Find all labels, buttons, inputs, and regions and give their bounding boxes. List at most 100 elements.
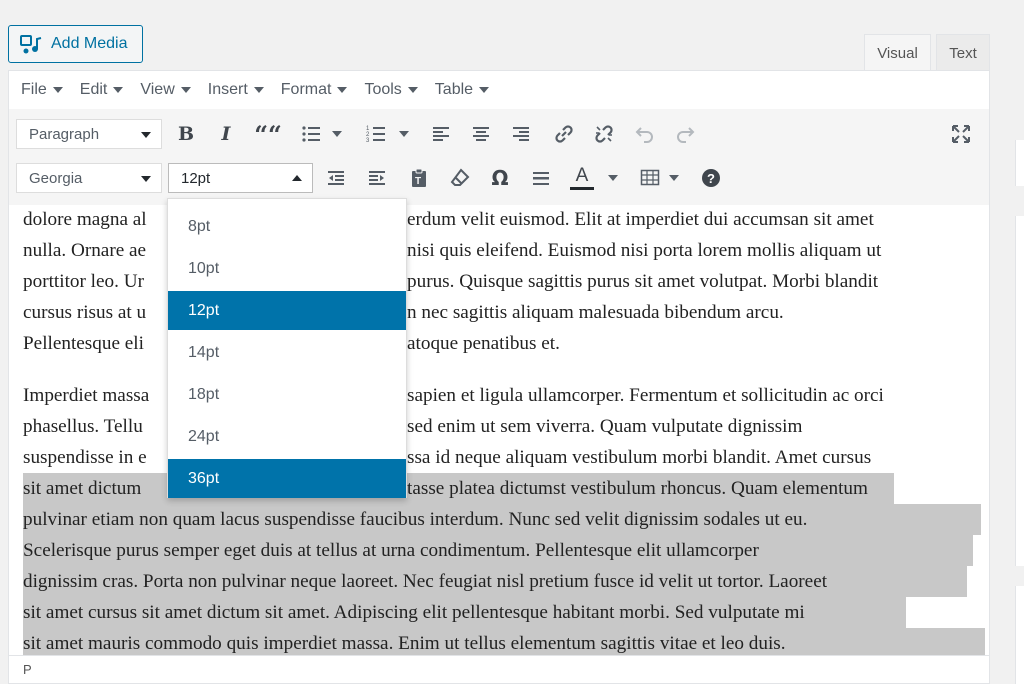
paragraph-1-right: erdum velit euismod. Elit at imperdiet d… bbox=[407, 205, 881, 359]
text-line: sit amet dictum bbox=[23, 478, 142, 499]
chevron-down-icon bbox=[332, 131, 342, 137]
bullet-list-icon bbox=[302, 126, 320, 142]
font-size-select[interactable]: 12pt bbox=[168, 163, 313, 193]
align-left-button[interactable] bbox=[427, 119, 455, 149]
text-line: sapien et ligula ullamcorper. Fermentum … bbox=[407, 385, 884, 406]
remove-link-icon bbox=[595, 125, 613, 143]
indent-button[interactable] bbox=[363, 163, 391, 193]
redo-button[interactable] bbox=[671, 119, 699, 149]
menu-file[interactable]: File bbox=[21, 81, 63, 99]
bullet-list-button[interactable] bbox=[297, 119, 325, 149]
side-panel-edge bbox=[1015, 140, 1024, 186]
text-line: sit amet mauris commodo quis imperdiet m… bbox=[23, 633, 786, 654]
align-right-button[interactable] bbox=[507, 119, 535, 149]
chevron-down-icon bbox=[253, 87, 264, 93]
italic-icon: I bbox=[221, 123, 231, 145]
table-icon bbox=[640, 169, 660, 186]
font-size-option[interactable]: 8pt bbox=[168, 207, 406, 246]
undo-icon bbox=[635, 127, 653, 143]
tab-text[interactable]: Text bbox=[936, 34, 990, 71]
bold-button[interactable]: B bbox=[172, 119, 200, 149]
remove-link-button[interactable] bbox=[590, 119, 618, 149]
undo-button[interactable] bbox=[631, 119, 659, 149]
table-dropdown[interactable] bbox=[668, 163, 680, 193]
text-line: atoque penatibus et. bbox=[407, 333, 560, 354]
horizontal-line-button[interactable] bbox=[527, 163, 555, 193]
font-size-option-selected[interactable]: 12pt bbox=[168, 291, 406, 330]
numbered-list-button[interactable]: 123 bbox=[362, 119, 390, 149]
italic-button[interactable]: I bbox=[212, 119, 240, 149]
text-line: n nec sagittis aliquam malesuada bibendu… bbox=[407, 302, 784, 323]
text-line: nulla. Ornare ae bbox=[23, 240, 147, 261]
menu-tools[interactable]: Tools bbox=[364, 81, 418, 99]
paste-as-text-icon: T bbox=[412, 168, 426, 187]
table-button[interactable] bbox=[636, 163, 664, 193]
menu-format[interactable]: Format bbox=[281, 81, 348, 99]
help-button[interactable]: ? bbox=[697, 163, 725, 193]
menu-label: Tools bbox=[364, 81, 402, 98]
text-line: Scelerisque purus semper eget duis at te… bbox=[23, 540, 759, 561]
paragraph-2-left: Imperdiet massa phasellus. Tellu suspend… bbox=[23, 380, 149, 504]
text-line: purus. Quisque sagittis purus sit amet v… bbox=[407, 271, 879, 292]
font-size-option[interactable]: 24pt bbox=[168, 417, 406, 456]
menu-label: Table bbox=[434, 81, 474, 98]
fullscreen-button[interactable] bbox=[947, 119, 975, 149]
add-media-label: Add Media bbox=[51, 35, 128, 52]
chevron-down-icon bbox=[399, 131, 409, 137]
media-icon bbox=[20, 35, 42, 54]
clear-formatting-button[interactable] bbox=[446, 163, 474, 193]
font-family-select[interactable]: Georgia bbox=[16, 163, 162, 193]
menu-insert[interactable]: Insert bbox=[208, 81, 264, 99]
outdent-button[interactable] bbox=[322, 163, 350, 193]
text-color-dropdown[interactable] bbox=[607, 163, 619, 193]
block-format-select[interactable]: Paragraph bbox=[16, 119, 162, 149]
help-icon: ? bbox=[702, 169, 720, 187]
blockquote-button[interactable]: ““ bbox=[254, 119, 282, 149]
chevron-down-icon bbox=[479, 87, 490, 93]
menu-edit[interactable]: Edit bbox=[80, 81, 124, 99]
text-color-icon: A bbox=[575, 165, 589, 186]
svg-text:T: T bbox=[415, 176, 421, 187]
chevron-down-icon bbox=[669, 175, 679, 181]
editor: File Edit View Insert Format Tools Table… bbox=[8, 70, 990, 684]
side-panel-edge bbox=[1015, 586, 1024, 684]
paste-as-text-button[interactable]: T bbox=[405, 163, 433, 193]
font-size-option-hovered[interactable]: 36pt bbox=[168, 459, 406, 498]
text-line: phasellus. Tellu bbox=[23, 416, 143, 437]
chevron-down-icon bbox=[141, 176, 151, 182]
special-character-icon: Ω bbox=[491, 166, 509, 190]
text-color-button[interactable]: A bbox=[568, 163, 596, 193]
menu-view[interactable]: View bbox=[140, 81, 191, 99]
menu-label: Format bbox=[280, 81, 332, 98]
element-path[interactable]: P bbox=[23, 662, 32, 677]
paragraph-2-right: sapien et ligula ullamcorper. Fermentum … bbox=[407, 380, 884, 504]
chevron-down-icon bbox=[608, 175, 618, 181]
menu-label: File bbox=[21, 81, 47, 98]
special-character-button[interactable]: Ω bbox=[486, 163, 514, 193]
chevron-down-icon bbox=[407, 87, 418, 93]
svg-text:3: 3 bbox=[366, 138, 370, 144]
bullet-list-dropdown[interactable] bbox=[331, 119, 343, 149]
align-left-icon bbox=[433, 127, 449, 141]
outdent-icon bbox=[328, 171, 344, 185]
insert-link-button[interactable] bbox=[550, 119, 578, 149]
fullscreen-icon bbox=[952, 125, 970, 143]
block-format-value: Paragraph bbox=[29, 125, 100, 143]
tab-visual[interactable]: Visual bbox=[864, 34, 931, 71]
toolbar-row-2: Georgia 12pt T Ω A ? bbox=[9, 159, 989, 205]
menu-table[interactable]: Table bbox=[434, 81, 490, 99]
font-size-option[interactable]: 10pt bbox=[168, 249, 406, 288]
align-center-icon bbox=[473, 127, 489, 141]
paragraph-1: dolore magna al nulla. Ornare ae porttit… bbox=[23, 205, 147, 359]
add-media-button[interactable]: Add Media bbox=[8, 25, 143, 63]
font-size-option[interactable]: 18pt bbox=[168, 375, 406, 414]
text-line: Imperdiet massa bbox=[23, 385, 150, 406]
text-line: dignissim cras. Porta non pulvinar neque… bbox=[23, 571, 828, 592]
text-line: ssa id neque aliquam vestibulum morbi bl… bbox=[407, 447, 872, 468]
text-line: dolore magna al bbox=[23, 209, 147, 230]
font-size-option[interactable]: 14pt bbox=[168, 333, 406, 372]
align-center-button[interactable] bbox=[467, 119, 495, 149]
numbered-list-dropdown[interactable] bbox=[398, 119, 410, 149]
editor-content[interactable]: dolore magna al nulla. Ornare ae porttit… bbox=[9, 205, 989, 657]
text-line: Pellentesque eli bbox=[23, 333, 144, 354]
